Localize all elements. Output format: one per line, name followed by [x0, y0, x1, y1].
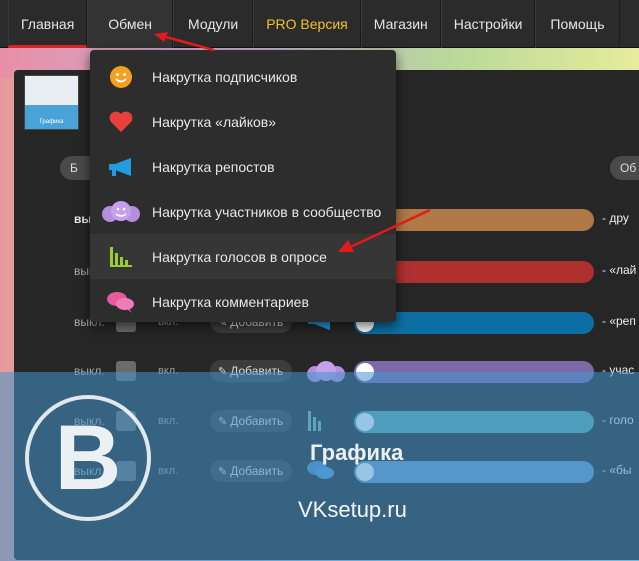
nav-item-settings[interactable]: Настройки	[440, 0, 536, 48]
menu-item-members[interactable]: Накрутка участников в сообщество	[90, 189, 396, 234]
poll-chart-icon	[90, 245, 152, 269]
row-description: - дру	[602, 211, 629, 225]
exchange-dropdown-menu: Накрутка подписчиков Накрутка «лайков» Н…	[90, 50, 396, 322]
main-nav: Главная Обмен Модули PRO Версия Магазин …	[0, 0, 639, 48]
menu-item-likes[interactable]: Накрутка «лайков»	[90, 99, 396, 144]
menu-item-subscribers[interactable]: Накрутка подписчиков	[90, 54, 396, 99]
menu-item-poll-votes[interactable]: Накрутка голосов в опросе	[90, 234, 396, 279]
nav-item-pro[interactable]: PRO Версия	[253, 0, 361, 48]
megaphone-icon	[90, 156, 152, 178]
menu-item-comments[interactable]: Накрутка комментариев	[90, 279, 396, 324]
watermark-title: Графика	[310, 440, 404, 465]
smiley-icon	[90, 65, 152, 89]
group-icon	[90, 199, 152, 225]
comments-icon	[90, 290, 152, 314]
nav-item-exchange[interactable]: Обмен	[87, 0, 174, 48]
nav-item-help[interactable]: Помощь	[535, 0, 620, 48]
menu-item-reposts[interactable]: Накрутка репостов	[90, 144, 396, 189]
watermark-logo: B	[25, 395, 151, 521]
row-description: - «реп	[602, 314, 636, 328]
row-description: - «лай	[602, 263, 637, 277]
nav-item-modules[interactable]: Модули	[173, 0, 254, 48]
heart-icon	[90, 110, 152, 134]
avatar[interactable]: Графика	[24, 75, 79, 130]
watermark-site: VKsetup.ru	[298, 497, 407, 522]
nav-item-shop[interactable]: Магазин	[360, 0, 441, 48]
tab-pill-right[interactable]: Об	[610, 156, 639, 180]
nav-item-home[interactable]: Главная	[8, 0, 88, 48]
